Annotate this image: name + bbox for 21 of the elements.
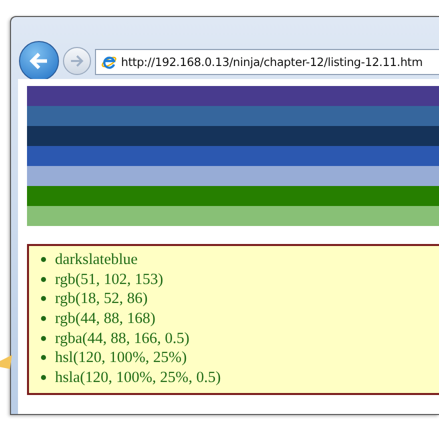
list-item: darkslateblue	[55, 250, 138, 270]
back-button[interactable]	[19, 41, 59, 81]
url-text: http://192.168.0.13/ninja/chapter-12/listing-12.11.htm	[121, 55, 423, 69]
list-item: rgb(18, 52, 86)	[55, 289, 148, 308]
forward-arrow-icon	[70, 55, 84, 67]
list-item: rgb(51, 102, 153)	[55, 270, 164, 289]
bullet-icon	[41, 336, 46, 341]
bullet-icon	[41, 296, 46, 302]
list-item: hsl(120, 100%, 25%)	[55, 348, 187, 368]
list-item: rgb(44, 88, 168)	[55, 309, 156, 328]
list-item: hsla(120, 100%, 25%, 0.5)	[55, 368, 221, 387]
bullet-icon	[41, 374, 46, 380]
back-arrow-icon	[29, 52, 49, 70]
browser-logo-icon	[101, 54, 117, 70]
bullet-icon	[41, 316, 46, 322]
bullet-icon	[41, 257, 46, 262]
callout-arrow-icon	[0, 353, 12, 371]
bullet-icon	[41, 355, 46, 360]
bullet-icon	[41, 276, 46, 282]
address-bar[interactable]: http://192.168.0.13/ninja/chapter-12/listing-12.11.htm	[95, 49, 439, 75]
list-item: rgba(44, 88, 166, 0.5)	[55, 328, 190, 348]
